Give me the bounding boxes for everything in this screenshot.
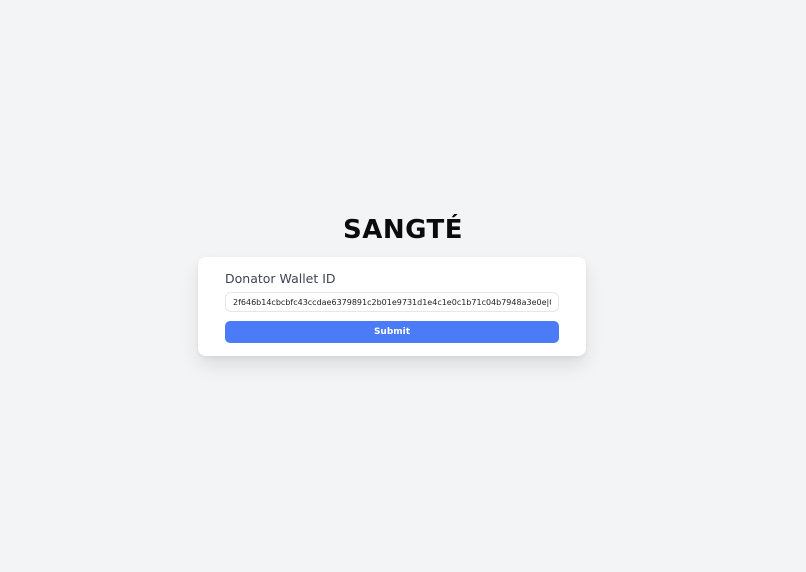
wallet-form-card: Donator Wallet ID Submit bbox=[198, 257, 586, 356]
wallet-id-label: Donator Wallet ID bbox=[225, 271, 336, 286]
wallet-id-input[interactable] bbox=[225, 292, 559, 312]
submit-button[interactable]: Submit bbox=[225, 321, 559, 343]
brand-logo: SANGTÉ bbox=[343, 215, 463, 245]
